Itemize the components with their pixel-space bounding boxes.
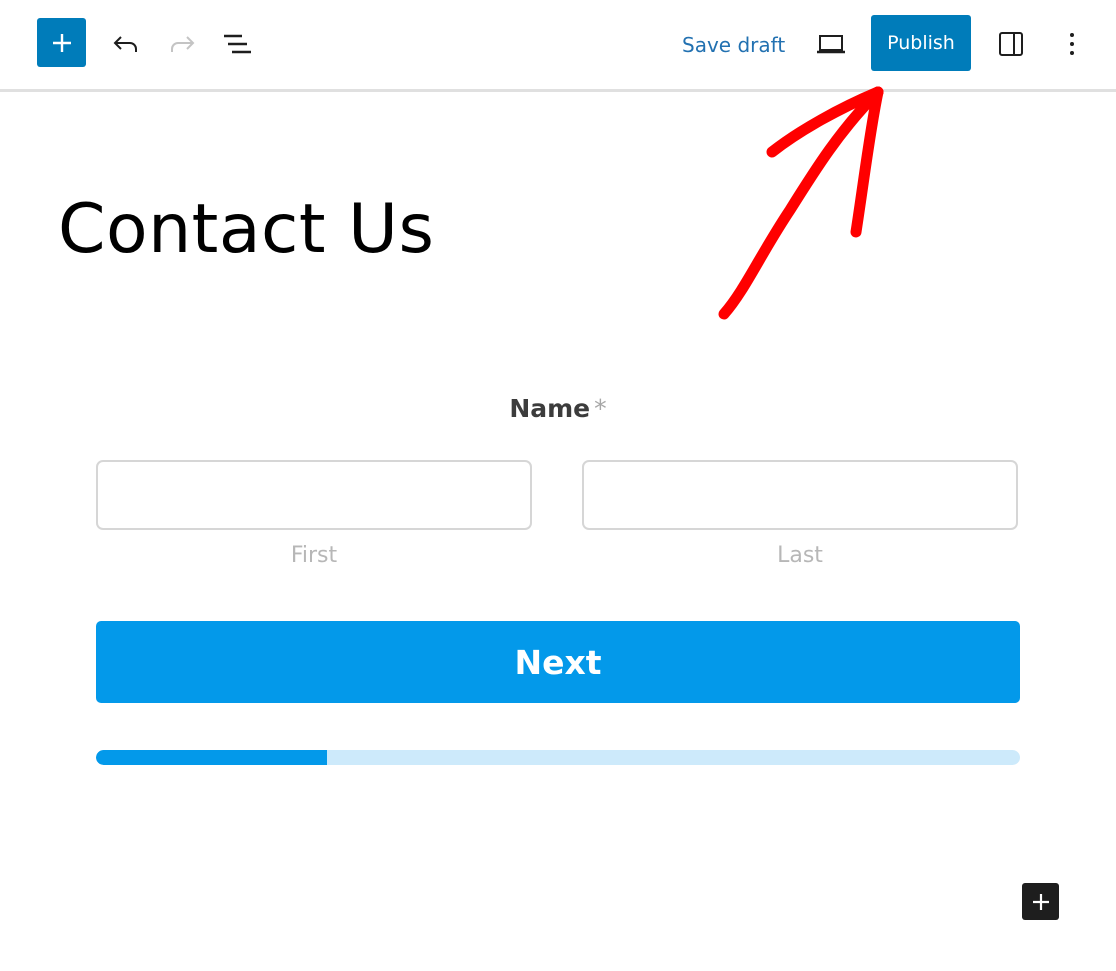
add-block-button[interactable] bbox=[1022, 883, 1059, 920]
required-indicator: * bbox=[594, 394, 607, 423]
save-draft-button[interactable]: Save draft bbox=[672, 24, 795, 66]
first-name-sublabel: First bbox=[290, 543, 338, 568]
preview-button[interactable] bbox=[810, 24, 852, 64]
last-name-input[interactable] bbox=[582, 460, 1018, 530]
next-button[interactable]: Next bbox=[96, 621, 1020, 703]
name-label-text: Name bbox=[509, 394, 591, 423]
last-name-sublabel: Last bbox=[777, 543, 823, 568]
name-field-label: Name * bbox=[0, 394, 1116, 423]
laptop-icon bbox=[817, 35, 845, 54]
undo-button[interactable] bbox=[106, 24, 146, 64]
block-inserter-button[interactable] bbox=[37, 18, 86, 67]
editor-toolbar: Save draft Publish bbox=[0, 0, 1116, 92]
settings-sidebar-toggle[interactable] bbox=[991, 24, 1031, 64]
list-view-icon bbox=[224, 34, 251, 54]
more-vertical-icon bbox=[1070, 33, 1074, 55]
form-progress-fill bbox=[96, 750, 327, 765]
publish-button[interactable]: Publish bbox=[871, 15, 971, 71]
plus-icon bbox=[1032, 893, 1049, 910]
page-title[interactable]: Contact Us bbox=[58, 190, 434, 269]
redo-icon bbox=[171, 36, 195, 52]
sidebar-toggle-icon bbox=[999, 32, 1023, 56]
form-progress-bar bbox=[96, 750, 1020, 765]
plus-icon bbox=[52, 33, 71, 52]
undo-icon bbox=[113, 36, 137, 52]
redo-button[interactable] bbox=[162, 24, 202, 64]
list-view-button[interactable] bbox=[217, 24, 257, 64]
options-menu-button[interactable] bbox=[1055, 24, 1089, 64]
first-name-input[interactable] bbox=[96, 460, 532, 530]
